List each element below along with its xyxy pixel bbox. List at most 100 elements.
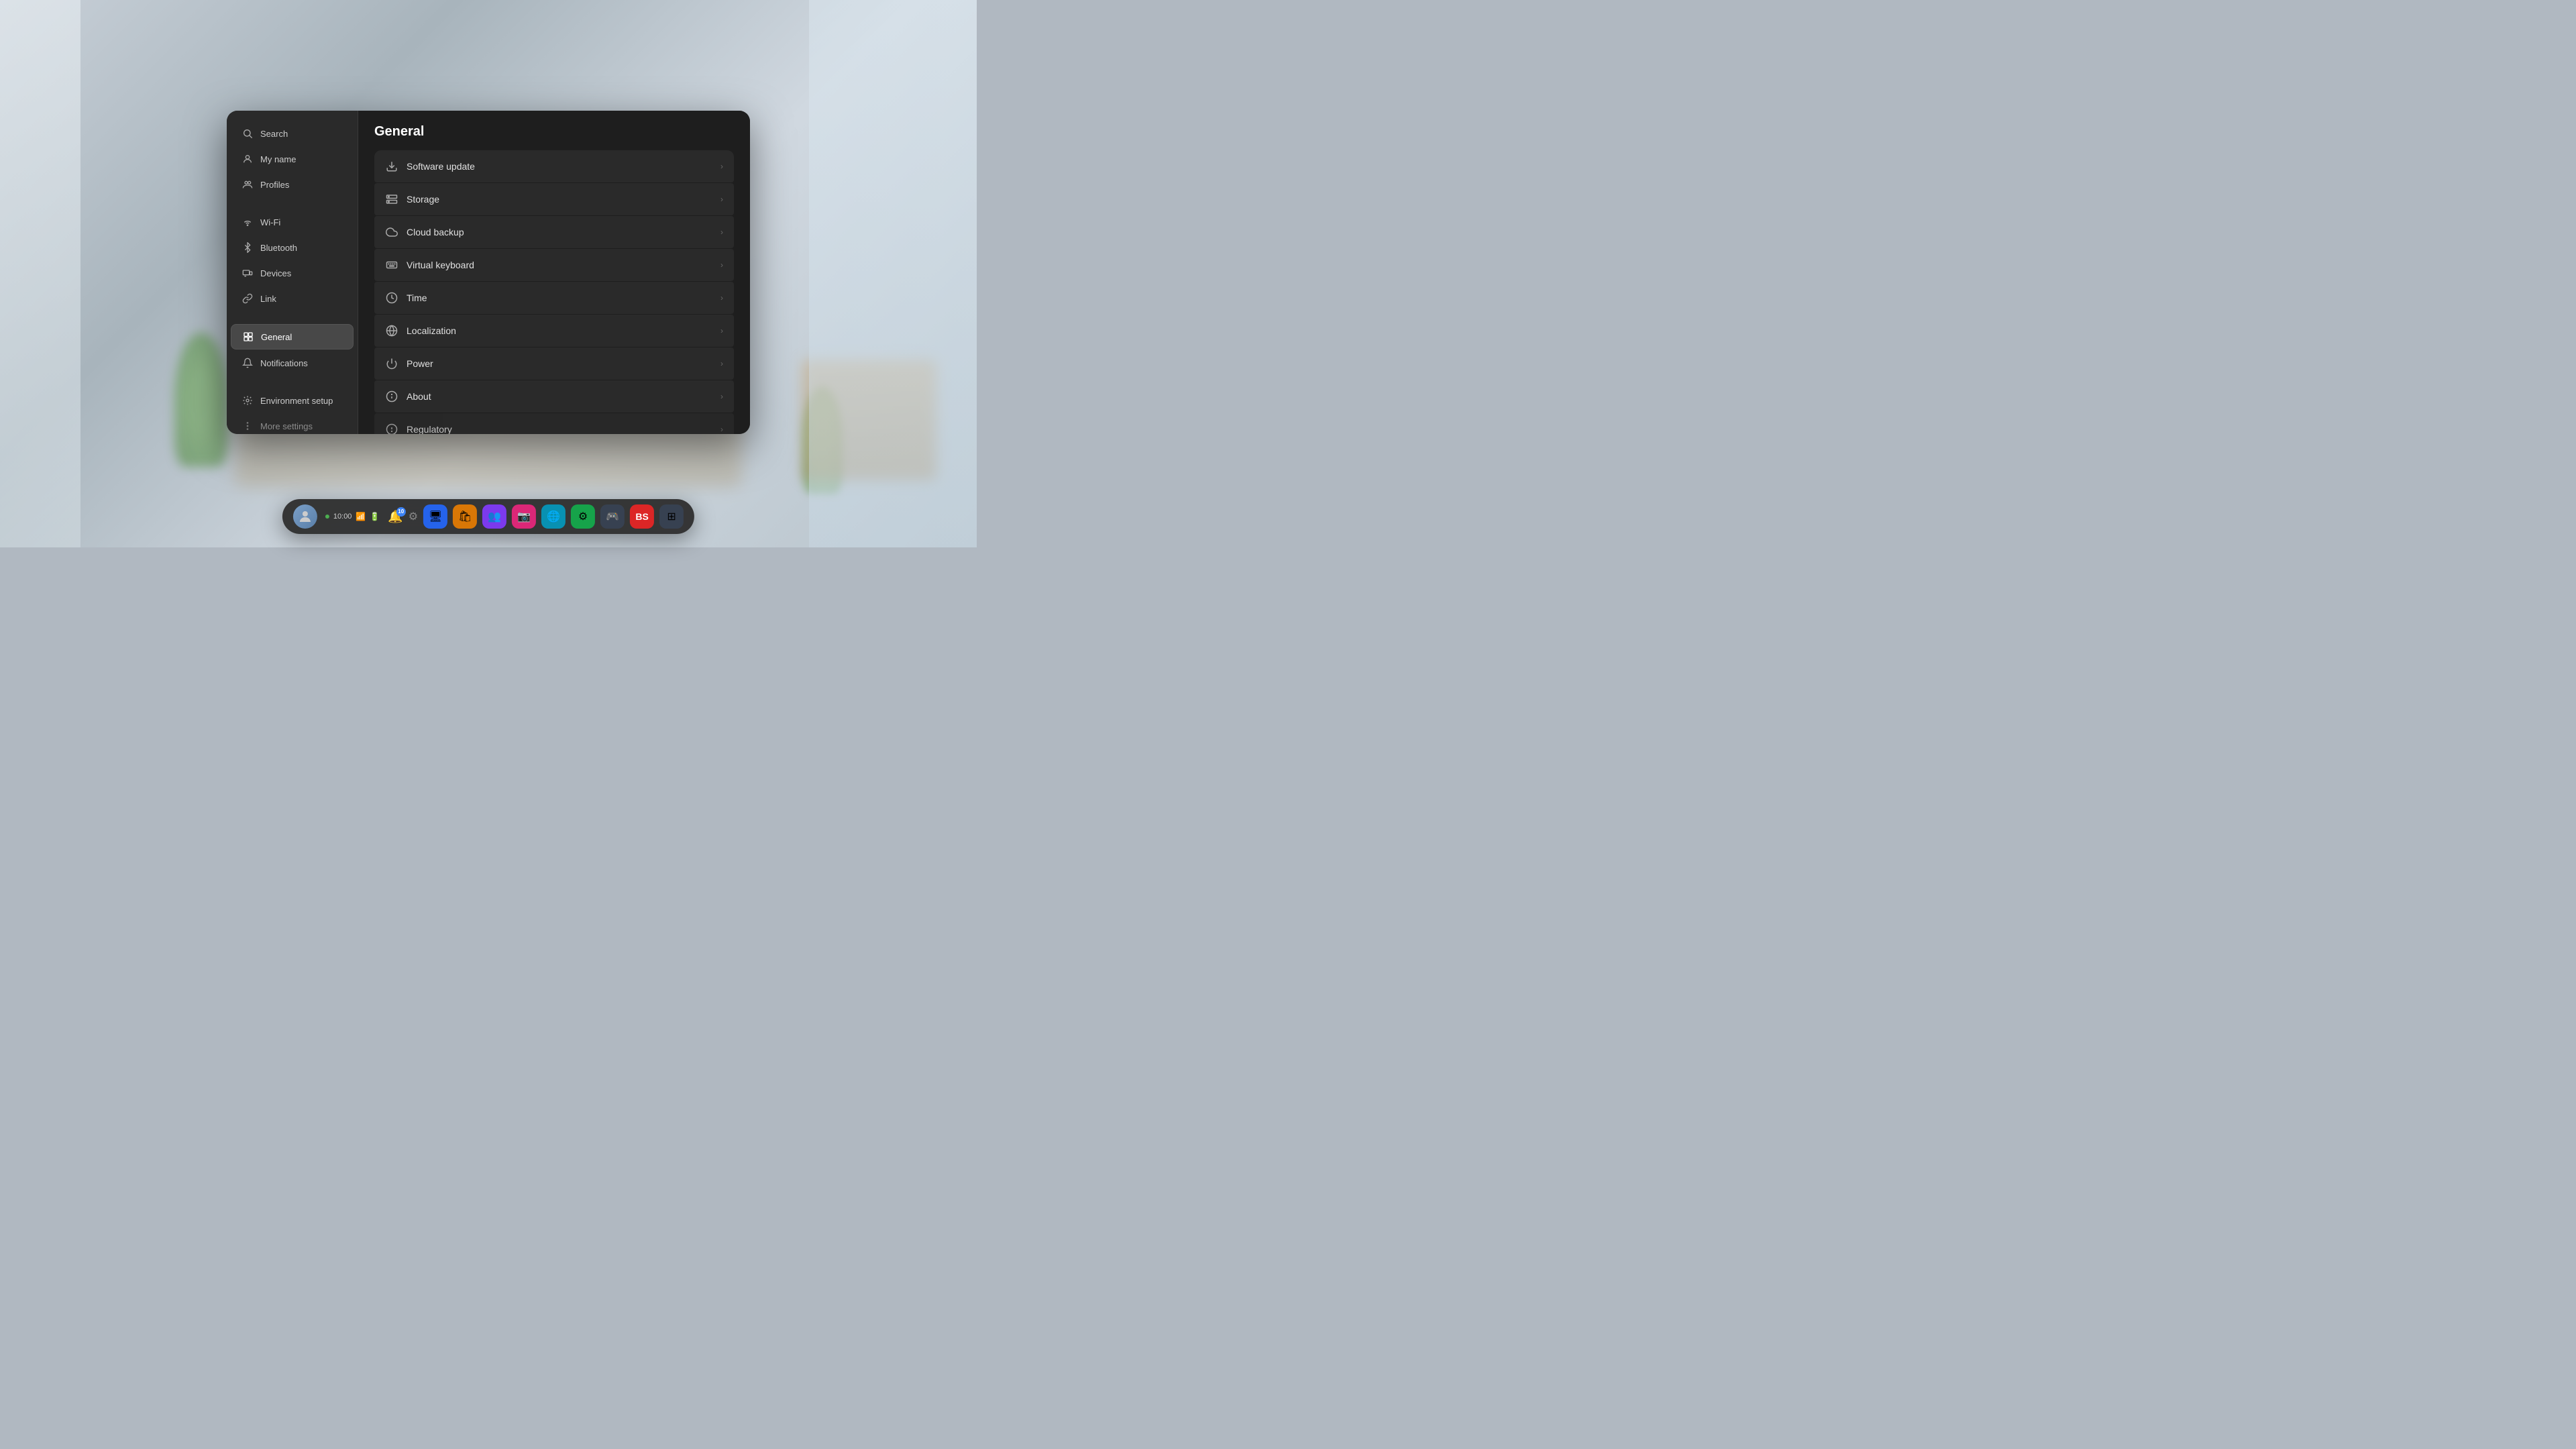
sidebar-item-myname[interactable]: My name bbox=[231, 147, 354, 171]
regulatory-icon bbox=[385, 423, 398, 434]
sidebar-label-link: Link bbox=[260, 294, 276, 304]
localization-label: Localization bbox=[407, 325, 456, 336]
settings-app-icon: ⚙ bbox=[578, 510, 588, 523]
settings-item-left: Power bbox=[385, 357, 433, 370]
time-label: Time bbox=[407, 292, 427, 303]
virtual-keyboard-label: Virtual keyboard bbox=[407, 260, 474, 270]
main-content: General Software update › bbox=[358, 111, 750, 434]
globe-icon bbox=[385, 324, 398, 337]
sidebar: Search My name Profiles bbox=[227, 111, 358, 434]
devices-icon bbox=[241, 267, 254, 279]
sidebar-label-profiles: Profiles bbox=[260, 180, 289, 190]
general-icon bbox=[242, 331, 254, 343]
sidebar-label-bluetooth: Bluetooth bbox=[260, 243, 297, 253]
settings-window: Search My name Profiles bbox=[227, 111, 750, 434]
store-icon: 🛍 bbox=[458, 510, 472, 523]
taskbar-gear-icon[interactable]: ⚙ bbox=[409, 510, 418, 523]
taskbar-app-camera[interactable]: 📷 bbox=[512, 504, 536, 529]
settings-item-left: Time bbox=[385, 291, 427, 305]
taskbar-app-users[interactable]: 👥 bbox=[482, 504, 506, 529]
sidebar-item-link[interactable]: Link bbox=[231, 286, 354, 311]
settings-item-time[interactable]: Time › bbox=[374, 282, 734, 314]
keyboard-icon bbox=[385, 258, 398, 272]
sidebar-label-search: Search bbox=[260, 129, 288, 139]
link-icon bbox=[241, 292, 254, 305]
users-icon: 👥 bbox=[488, 510, 501, 523]
taskbar-avatar[interactable] bbox=[293, 504, 317, 529]
cloud-icon bbox=[385, 225, 398, 239]
sidebar-item-profiles[interactable]: Profiles bbox=[231, 172, 354, 197]
storage-label: Storage bbox=[407, 194, 439, 205]
settings-item-left: Cloud backup bbox=[385, 225, 464, 239]
settings-item-left: About bbox=[385, 390, 431, 403]
chevron-right-icon: › bbox=[720, 195, 723, 204]
settings-item-power[interactable]: Power › bbox=[374, 347, 734, 380]
sidebar-item-wifi[interactable]: Wi-Fi bbox=[231, 210, 354, 234]
taskbar-app-remote[interactable]: 🖥 bbox=[423, 504, 447, 529]
wifi-icon bbox=[241, 216, 254, 228]
taskbar-app-settings[interactable]: ⚙ bbox=[571, 504, 595, 529]
taskbar-app-browser[interactable]: 🌐 bbox=[541, 504, 566, 529]
storage-icon bbox=[385, 193, 398, 206]
grid-icon: ⊞ bbox=[667, 510, 676, 523]
software-update-label: Software update bbox=[407, 161, 475, 172]
chevron-right-icon: › bbox=[720, 392, 723, 401]
decor-furniture bbox=[802, 360, 936, 480]
taskbar-app-grid[interactable]: ⊞ bbox=[659, 504, 684, 529]
wifi-status-icon: 📶 bbox=[356, 512, 366, 521]
settings-item-storage[interactable]: Storage › bbox=[374, 183, 734, 215]
person-icon bbox=[241, 153, 254, 165]
page-title: General bbox=[374, 124, 734, 140]
sidebar-label-environment: Environment setup bbox=[260, 396, 333, 406]
about-label: About bbox=[407, 391, 431, 402]
taskbar-time: 10:00 bbox=[333, 513, 352, 521]
sidebar-item-bluetooth[interactable]: Bluetooth bbox=[231, 235, 354, 260]
settings-item-cloud-backup[interactable]: Cloud backup › bbox=[374, 216, 734, 248]
chevron-right-icon: › bbox=[720, 359, 723, 368]
settings-item-software-update[interactable]: Software update › bbox=[374, 150, 734, 182]
settings-group: Software update › Storage bbox=[374, 150, 734, 434]
chevron-right-icon: › bbox=[720, 326, 723, 335]
taskbar-notification[interactable]: 🔔 10 bbox=[388, 510, 402, 524]
taskbar-app-store[interactable]: 🛍 bbox=[453, 504, 477, 529]
settings-item-localization[interactable]: Localization › bbox=[374, 315, 734, 347]
settings-item-regulatory[interactable]: Regulatory › bbox=[374, 413, 734, 434]
game1-icon: 🎮 bbox=[606, 510, 619, 523]
cloud-backup-label: Cloud backup bbox=[407, 227, 464, 237]
sidebar-item-notifications[interactable]: Notifications bbox=[231, 351, 354, 375]
settings-item-about[interactable]: About › bbox=[374, 380, 734, 413]
search-icon bbox=[241, 127, 254, 140]
battery-icon: 🔋 bbox=[370, 512, 380, 521]
settings-item-left: Storage bbox=[385, 193, 439, 206]
taskbar-app-game2[interactable]: BS bbox=[630, 504, 654, 529]
sidebar-label-myname: My name bbox=[260, 154, 296, 164]
sidebar-item-general[interactable]: General bbox=[231, 324, 354, 350]
taskbar: 10:00 📶 🔋 🔔 10 ⚙ 🖥 🛍 👥 📷 🌐 ⚙ 🎮 BS ⊞ bbox=[282, 499, 694, 534]
settings-item-left: Regulatory bbox=[385, 423, 452, 434]
sidebar-item-search[interactable]: Search bbox=[231, 121, 354, 146]
taskbar-app-game1[interactable]: 🎮 bbox=[600, 504, 625, 529]
remote-icon: 🖥 bbox=[429, 510, 442, 523]
connection-dot bbox=[325, 515, 329, 519]
chevron-right-icon: › bbox=[720, 227, 723, 237]
notification-badge: 10 bbox=[396, 507, 406, 517]
profiles-icon bbox=[241, 178, 254, 191]
notifications-icon bbox=[241, 357, 254, 369]
more-icon bbox=[241, 420, 254, 432]
browser-icon: 🌐 bbox=[547, 510, 560, 523]
sidebar-item-devices[interactable]: Devices bbox=[231, 261, 354, 285]
power-label: Power bbox=[407, 358, 433, 369]
sidebar-item-environment[interactable]: Environment setup bbox=[231, 388, 354, 413]
power-icon bbox=[385, 357, 398, 370]
sidebar-label-wifi: Wi-Fi bbox=[260, 217, 280, 227]
download-icon bbox=[385, 160, 398, 173]
settings-item-left: Virtual keyboard bbox=[385, 258, 474, 272]
sidebar-item-more[interactable]: More settings bbox=[231, 414, 354, 434]
settings-item-virtual-keyboard[interactable]: Virtual keyboard › bbox=[374, 249, 734, 281]
sidebar-label-notifications: Notifications bbox=[260, 358, 308, 368]
sidebar-label-devices: Devices bbox=[260, 268, 291, 278]
chevron-right-icon: › bbox=[720, 260, 723, 270]
regulatory-label: Regulatory bbox=[407, 424, 452, 434]
taskbar-status: 10:00 📶 🔋 bbox=[323, 512, 382, 521]
chevron-right-icon: › bbox=[720, 425, 723, 434]
